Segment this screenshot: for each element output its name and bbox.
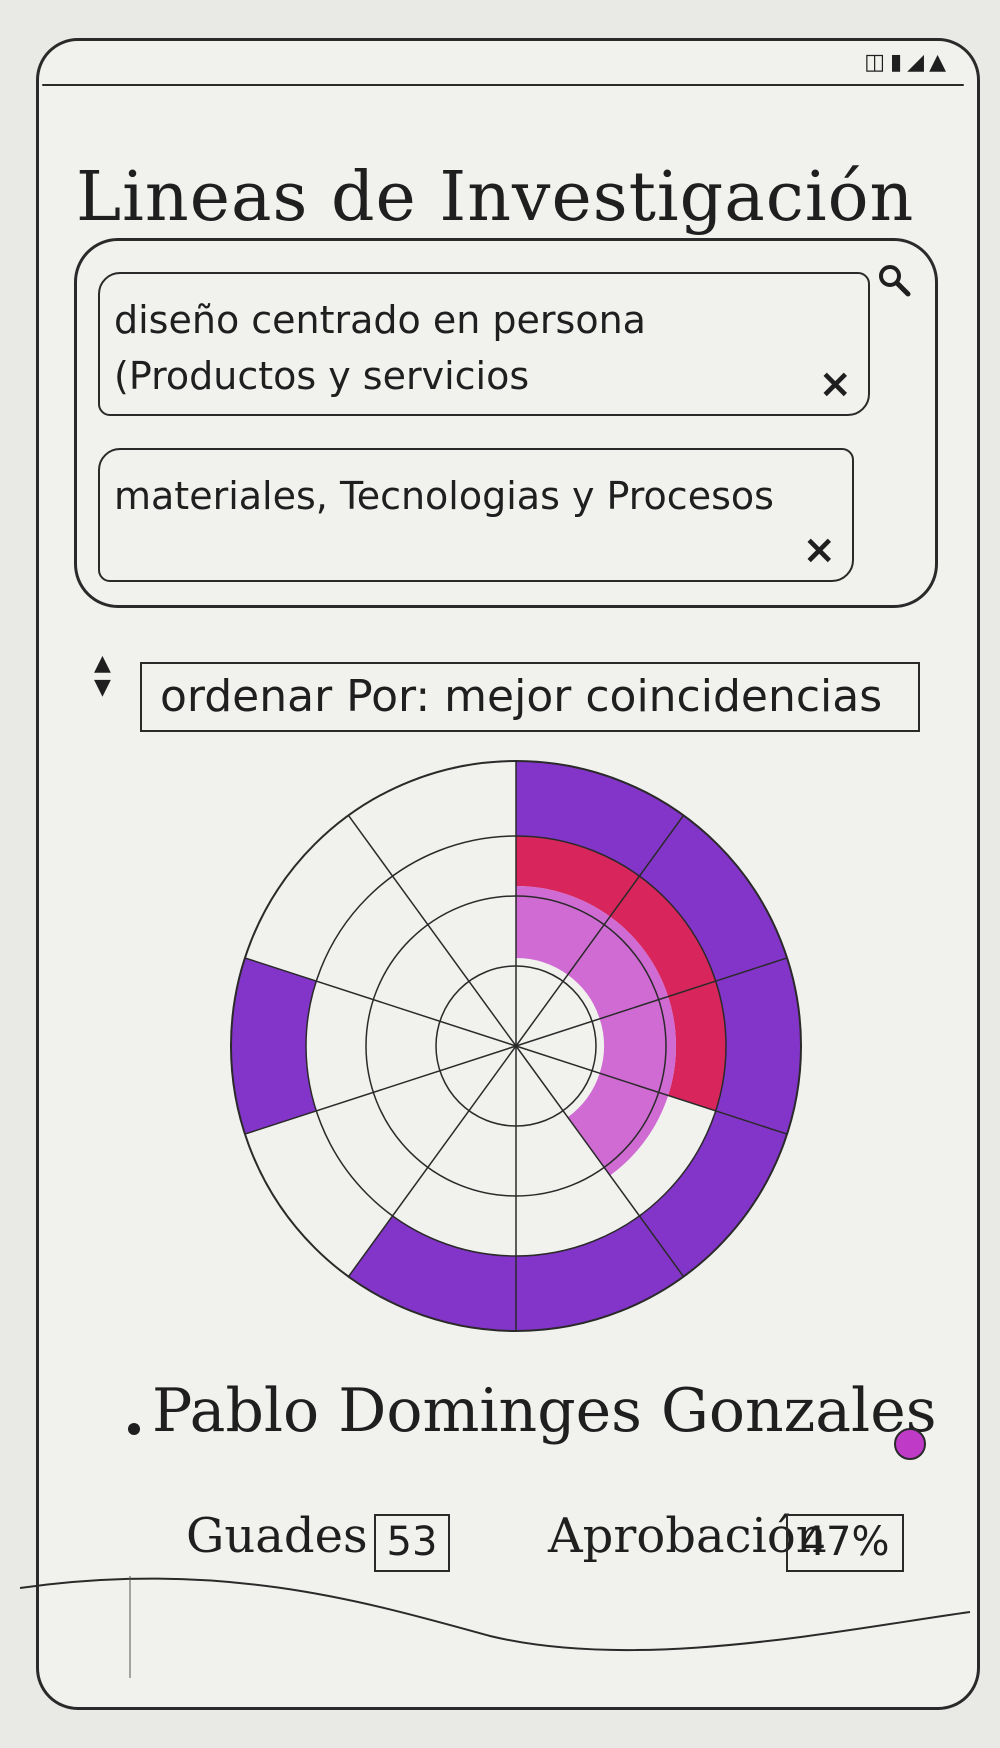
- search-icon[interactable]: [876, 262, 912, 298]
- result-person[interactable]: Pablo Dominges Gonzales: [128, 1376, 937, 1446]
- chart-spoke: [347, 814, 517, 1047]
- status-bar: ◫ ▮ ◢ ▲: [864, 50, 946, 75]
- battery-icon: ▮: [890, 50, 903, 75]
- wifi-icon: ▲: [929, 50, 946, 75]
- page-title: Lineas de Investigación: [76, 157, 915, 237]
- filter-chip-label: diseño centrado en persona (Productos y …: [114, 298, 646, 398]
- grades-label: Guades: [186, 1508, 368, 1564]
- sort-direction-toggle[interactable]: ▲ ▼: [94, 652, 111, 700]
- sort-dropdown[interactable]: ordenar Por: mejor coincidencias: [140, 662, 920, 732]
- notification-icon: ◫: [864, 50, 886, 75]
- outer-ring-segment: [348, 1215, 516, 1331]
- approval-label: Aprobación: [548, 1508, 827, 1564]
- header-divider: [42, 84, 964, 86]
- outer-ring-segment: [715, 957, 801, 1135]
- filter-chip[interactable]: diseño centrado en persona (Productos y …: [98, 272, 870, 416]
- sort-down-icon: ▼: [94, 675, 111, 700]
- filter-chip-label: materiales, Tecnologias y Procesos: [114, 474, 774, 518]
- list-bullet: [128, 1423, 140, 1435]
- research-radial-chart: [226, 756, 806, 1336]
- sort-up-icon: ▲: [94, 651, 111, 676]
- close-icon[interactable]: ×: [818, 364, 852, 404]
- radial-chart-svg: [230, 760, 802, 1332]
- bottom-wave-decoration: [20, 1576, 971, 1678]
- middle-ring-segment: [668, 981, 726, 1111]
- person-name: Pablo Dominges Gonzales: [152, 1376, 937, 1446]
- close-icon[interactable]: ×: [802, 530, 836, 570]
- filter-chip[interactable]: materiales, Tecnologias y Procesos ×: [98, 448, 854, 582]
- signal-icon: ◢: [907, 50, 925, 75]
- outer-ring-segment: [230, 957, 317, 1135]
- status-indicator: [894, 1428, 926, 1460]
